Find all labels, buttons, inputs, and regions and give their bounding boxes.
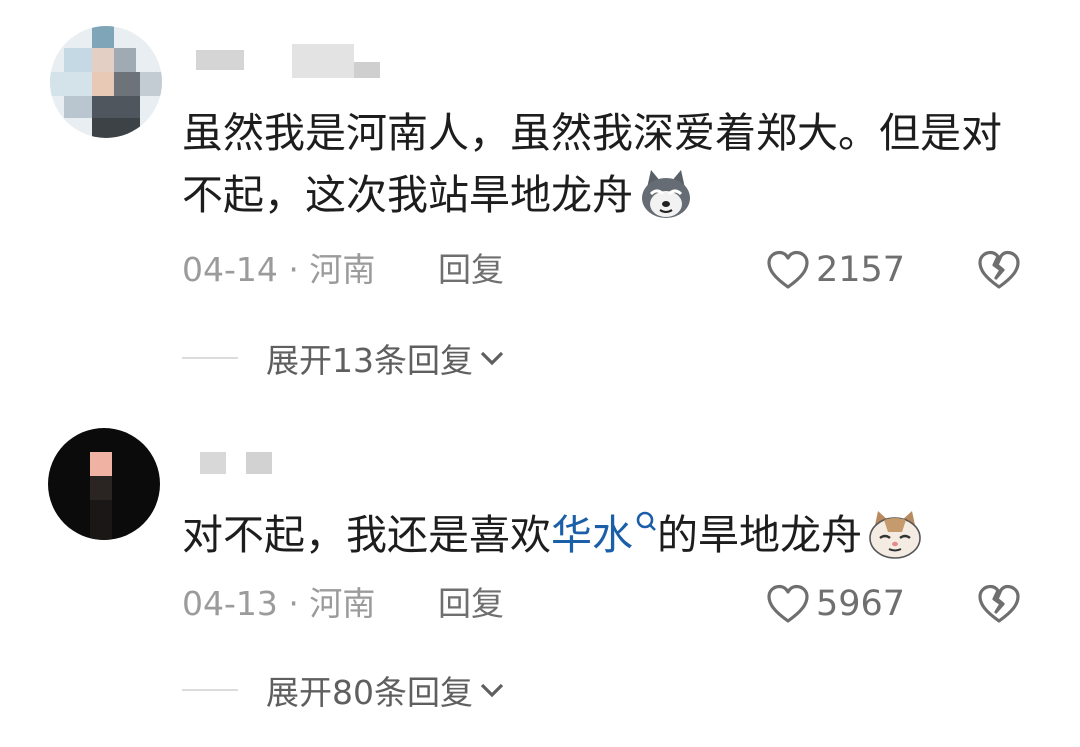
reply-button[interactable]: 回复 (438, 584, 504, 624)
reply-button[interactable]: 回复 (438, 250, 504, 290)
comment-text-body: 虽然我是河南人，虽然我深爱着郑大。但是对不起，这次我站旱地龙舟 (182, 109, 1002, 219)
heart-icon (767, 584, 809, 623)
comment-date-location: 04-13 · 河南 (182, 584, 376, 623)
divider-line (182, 689, 238, 691)
expand-replies-label: 展开80条回复 (266, 673, 473, 712)
search-highlight-link[interactable]: 华水 (551, 511, 633, 559)
dislike-button[interactable] (976, 250, 1022, 290)
like-count: 5967 (816, 584, 906, 624)
comment-text: 虽然我是河南人，虽然我深爱着郑大。但是对不起，这次我站旱地龙舟 (182, 102, 1032, 226)
comment-text-before: 对不起，我还是喜欢 (182, 511, 551, 559)
avatar[interactable] (50, 26, 162, 138)
comment-item: 虽然我是河南人，虽然我深爱着郑大。但是对不起，这次我站旱地龙舟 04-14 · … (0, 0, 1080, 400)
avatar[interactable] (48, 428, 160, 540)
dislike-button[interactable] (976, 584, 1022, 624)
like-button[interactable]: 5967 (766, 584, 905, 624)
divider-line (182, 357, 238, 359)
like-button[interactable]: 2157 (766, 250, 905, 290)
broken-heart-icon (978, 584, 1020, 623)
comment-date-location: 04-14 · 河南 (182, 250, 376, 289)
search-icon[interactable] (635, 510, 657, 540)
chevron-down-icon (480, 351, 504, 366)
comment-text-after: 的旱地龙舟 (657, 511, 862, 559)
like-count: 2157 (816, 250, 906, 290)
chevron-down-icon (480, 683, 504, 698)
expand-replies[interactable]: 展开80条回复 (182, 670, 505, 712)
username-blurred[interactable] (200, 452, 300, 492)
broken-heart-icon (978, 250, 1020, 289)
username-blurred[interactable] (196, 44, 386, 84)
comment-text: 对不起，我还是喜欢华水 的旱地龙舟 (182, 504, 1032, 566)
heart-icon (767, 250, 809, 289)
comment-item: 对不起，我还是喜欢华水 的旱地龙舟 04-13 · 河南 回复 5967 展开8… (0, 400, 1080, 747)
cat-emoji (866, 508, 924, 560)
husky-dog-emoji (637, 168, 695, 220)
expand-replies[interactable]: 展开13条回复 (182, 338, 505, 380)
expand-replies-label: 展开13条回复 (266, 341, 473, 380)
